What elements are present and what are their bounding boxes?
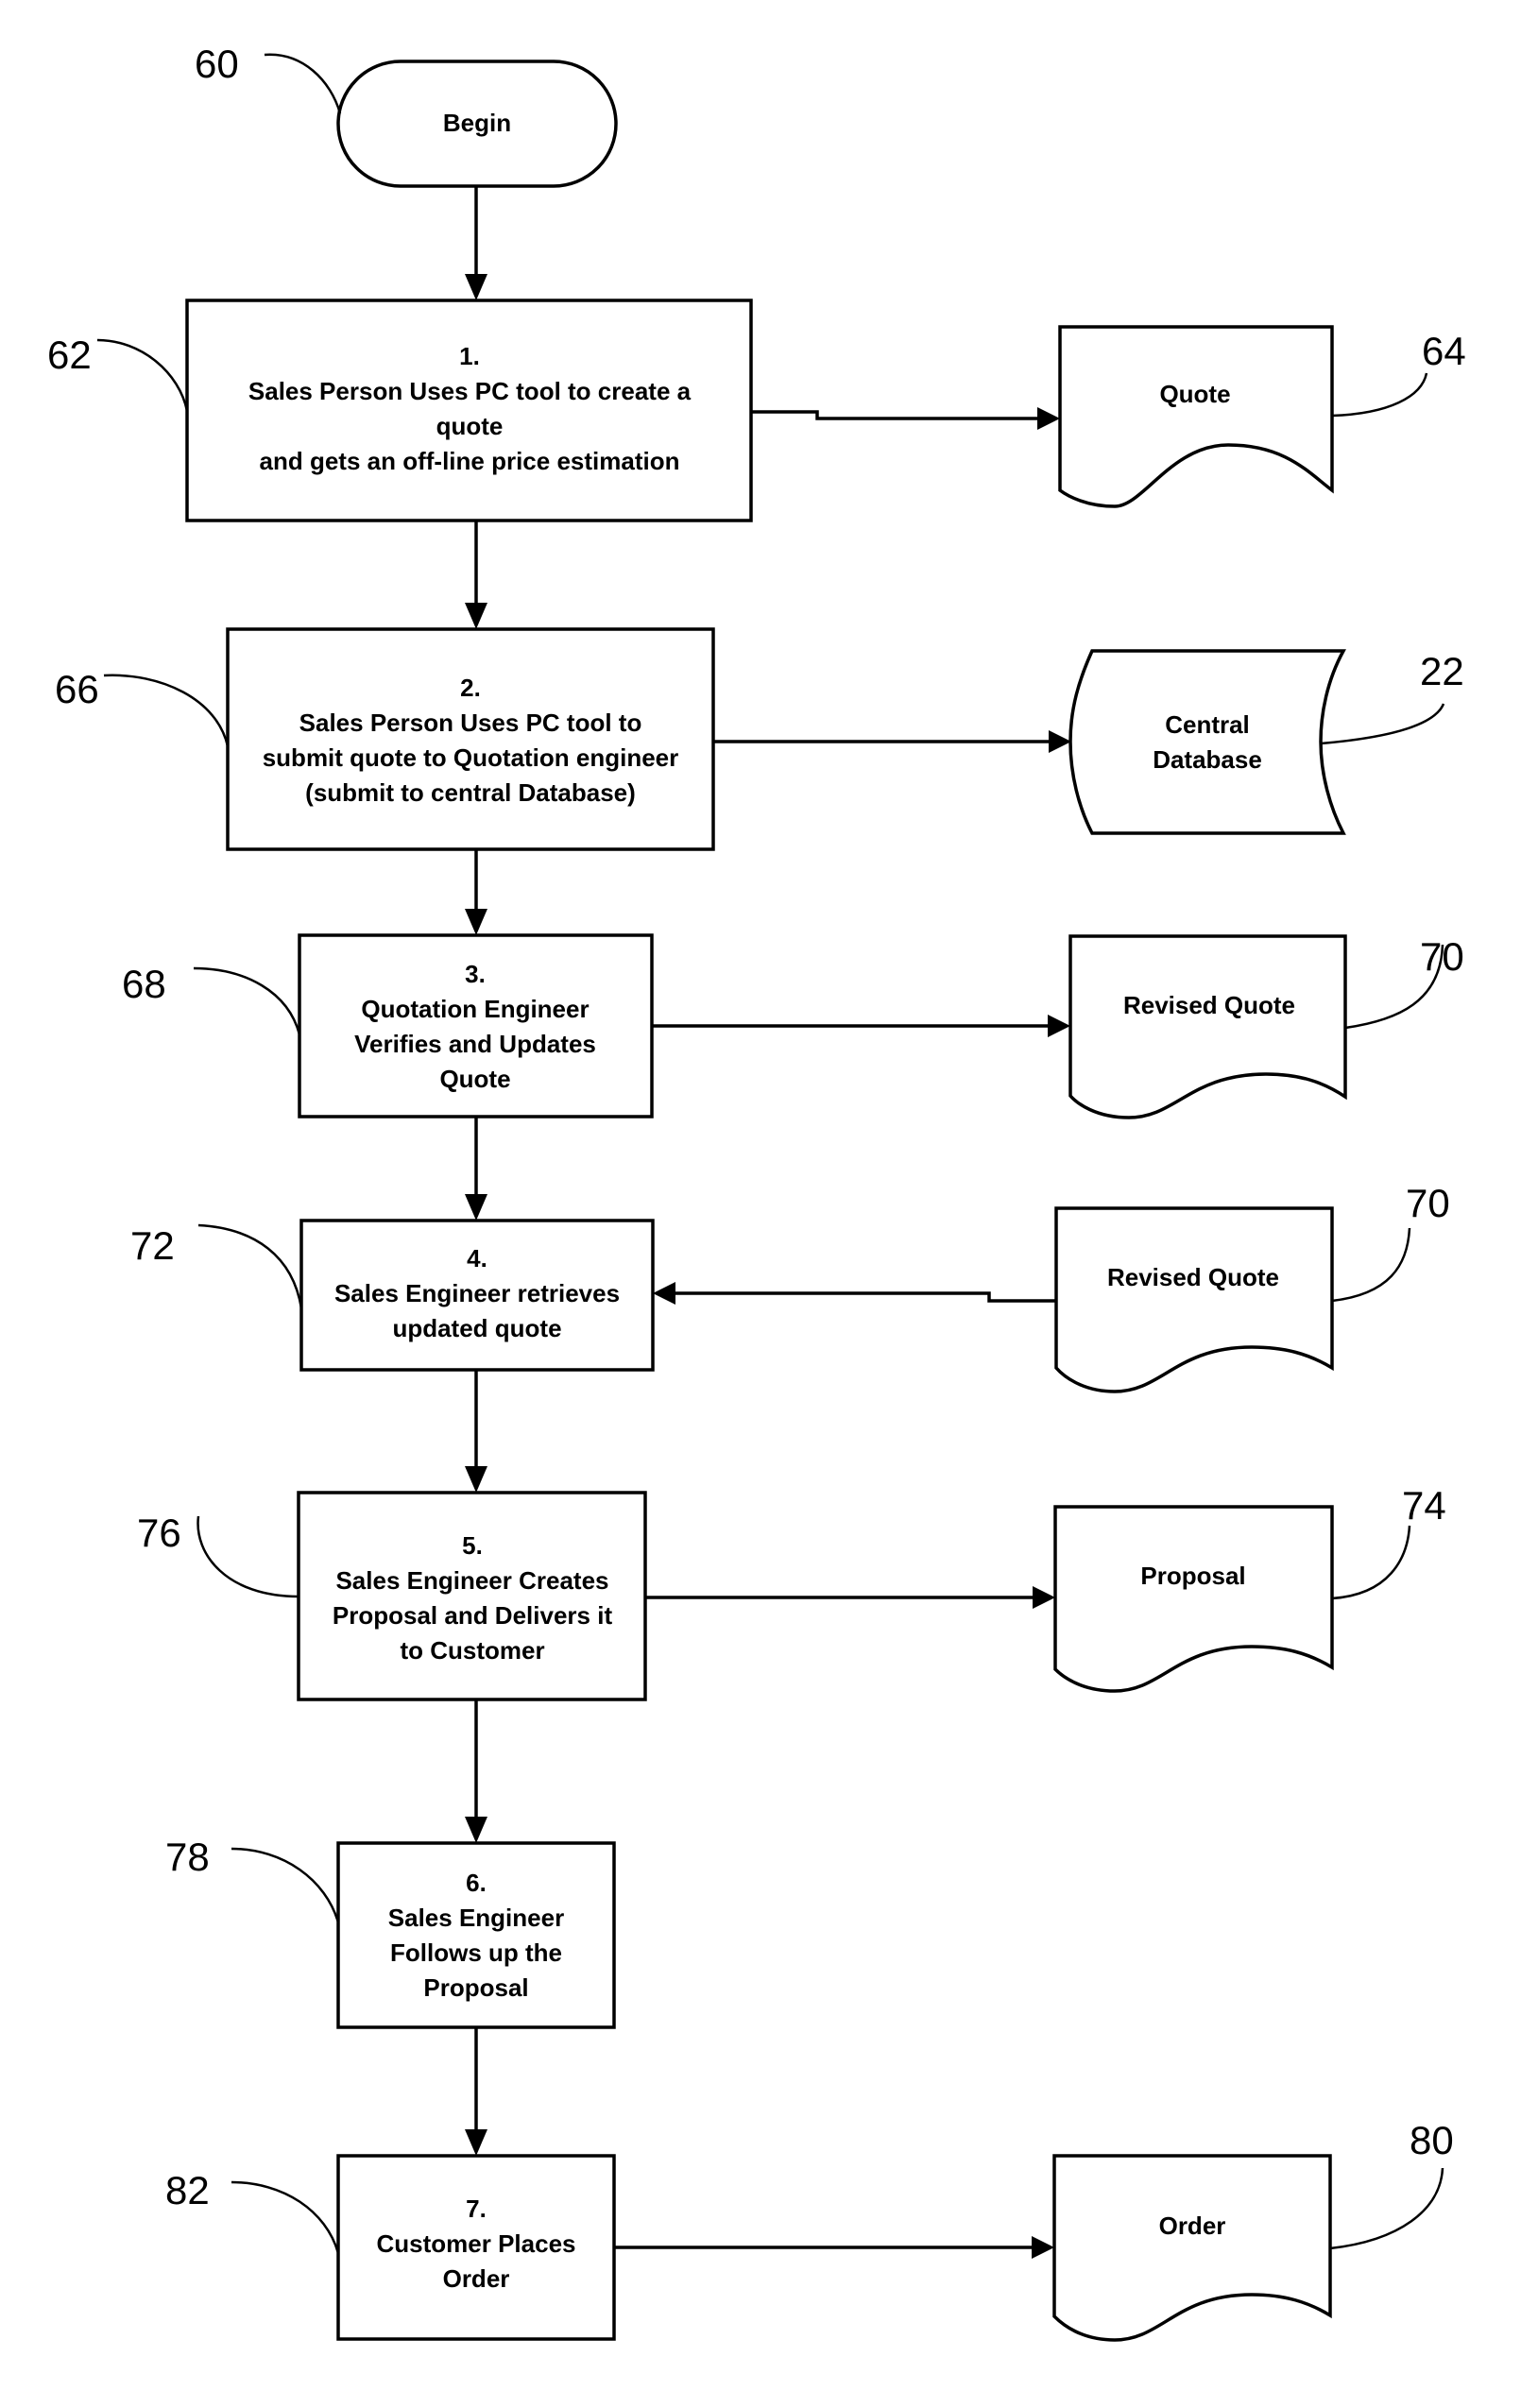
leader-line xyxy=(96,338,189,412)
step-number: 6. xyxy=(466,1869,487,1897)
step-6: 6. Sales Engineer Follows up the Proposa… xyxy=(336,1841,616,2029)
leader-line xyxy=(197,1223,303,1309)
arrowhead xyxy=(465,1817,487,1843)
step-5: 5. Sales Engineer Creates Proposal and D… xyxy=(297,1491,647,1701)
ref-numeral-step-4: 72 xyxy=(130,1223,175,1268)
leader-line xyxy=(1331,372,1428,418)
connector-revised-quote-to-step4 xyxy=(674,1291,1056,1303)
step-number: 2. xyxy=(460,674,481,702)
arrowhead xyxy=(465,909,487,935)
ref-numeral-revised-quote-2: 70 xyxy=(1406,1181,1450,1225)
step-text-line: Quote xyxy=(439,1065,510,1093)
arrowhead xyxy=(465,1194,487,1221)
step-text-line: Sales Engineer xyxy=(388,1904,564,1932)
step-text-line: Verifies and Updates xyxy=(354,1030,596,1058)
arrowhead xyxy=(1048,1015,1070,1037)
output-order: Order xyxy=(1052,2154,1332,2342)
ref-numeral-proposal: 74 xyxy=(1402,1483,1446,1528)
leader-line xyxy=(1329,2167,1444,2250)
step-text-line: Proposal xyxy=(423,1973,528,2002)
step-number: 5. xyxy=(462,1531,483,1560)
leader-line xyxy=(264,53,342,114)
step-7: 7. Customer Places Order xyxy=(336,2154,616,2341)
ref-numeral-order: 80 xyxy=(1410,2118,1454,2162)
stored-data-shape xyxy=(1068,649,1346,835)
ref-numeral-step-5: 76 xyxy=(137,1511,181,1555)
step-number: 3. xyxy=(465,960,486,988)
step-text-line: Order xyxy=(443,2264,510,2293)
ref-numeral-step-2: 66 xyxy=(55,667,99,711)
ref-numeral-step-7: 82 xyxy=(165,2168,210,2212)
step-text-line: Sales Person Uses PC tool to xyxy=(299,709,642,737)
step-text-line: Quotation Engineer xyxy=(361,995,589,1023)
step-number: 4. xyxy=(467,1244,487,1272)
leader-line xyxy=(231,1847,340,1923)
output-revised-quote-1: Revised Quote xyxy=(1068,934,1347,1119)
connector-step1-to-quote xyxy=(751,410,1039,420)
flowchart: Begin 1. Sales Person Uses PC tool to cr… xyxy=(47,42,1466,2342)
arrowhead xyxy=(1032,2236,1054,2259)
step-number: 7. xyxy=(466,2195,487,2223)
arrowhead xyxy=(653,1282,675,1305)
step-text-line: quote xyxy=(436,412,504,440)
output-label: Revised Quote xyxy=(1123,991,1295,1019)
leader-line xyxy=(197,1515,299,1598)
output-label: Proposal xyxy=(1140,1562,1245,1590)
output-revised-quote-2: Revised Quote xyxy=(1054,1206,1334,1393)
step-2: 2. Sales Person Uses PC tool to submit q… xyxy=(226,627,715,851)
step-4: 4. Sales Engineer retrieves updated quot… xyxy=(299,1219,655,1372)
process-box xyxy=(185,299,753,522)
step-text-line: Sales Engineer Creates xyxy=(335,1566,608,1595)
arrowhead xyxy=(465,274,487,300)
leader-line xyxy=(103,674,230,747)
output-label: Order xyxy=(1159,2212,1226,2240)
step-3: 3. Quotation Engineer Verifies and Updat… xyxy=(298,933,654,1119)
step-text-line: to Customer xyxy=(400,1636,544,1665)
step-text-line: updated quote xyxy=(392,1314,561,1342)
output-proposal: Proposal xyxy=(1053,1505,1334,1693)
step-text-line: Follows up the xyxy=(390,1938,562,1967)
document-shape xyxy=(1068,934,1347,1119)
step-text-line: Customer Places xyxy=(377,2229,576,2258)
ref-numeral-step-3: 68 xyxy=(122,962,166,1006)
ref-numeral-step-6: 78 xyxy=(165,1835,210,1879)
document-shape xyxy=(1058,325,1334,508)
leader-line xyxy=(1320,703,1445,745)
leader-line xyxy=(1331,1227,1411,1303)
step-text-line: Proposal and Delivers it xyxy=(333,1601,613,1630)
ref-numeral-begin: 60 xyxy=(195,42,239,86)
leader-line xyxy=(231,2180,340,2254)
begin-terminator: Begin xyxy=(336,60,618,188)
process-box xyxy=(297,1491,647,1701)
step-text-line: Sales Engineer retrieves xyxy=(334,1279,620,1307)
arrowhead xyxy=(465,1466,487,1493)
leader-line xyxy=(1331,1525,1411,1600)
arrowhead xyxy=(1033,1586,1055,1609)
ref-numeral-step-1: 62 xyxy=(47,333,92,377)
output-label-line: Database xyxy=(1153,745,1262,774)
output-label-line: Central xyxy=(1165,710,1250,739)
document-shape xyxy=(1053,1505,1334,1693)
ref-numeral-quote: 64 xyxy=(1422,329,1466,373)
output-label: Quote xyxy=(1159,380,1230,408)
process-box xyxy=(226,627,715,851)
output-quote: Quote xyxy=(1058,325,1334,508)
arrowhead xyxy=(465,2129,487,2156)
arrowhead xyxy=(1049,730,1071,753)
leader-line xyxy=(193,966,301,1035)
document-shape xyxy=(1052,2154,1332,2342)
output-label: Revised Quote xyxy=(1107,1263,1279,1291)
step-text-line: Sales Person Uses PC tool to create a xyxy=(248,377,692,405)
ref-numeral-database: 22 xyxy=(1420,649,1464,693)
step-text-line: (submit to central Database) xyxy=(305,778,636,807)
step-1: 1. Sales Person Uses PC tool to create a… xyxy=(185,299,753,522)
document-shape xyxy=(1054,1206,1334,1393)
step-text-line: and gets an off-line price estimation xyxy=(260,447,680,475)
arrowhead xyxy=(465,603,487,629)
begin-label: Begin xyxy=(443,109,511,137)
output-central-database: Central Database xyxy=(1068,649,1346,835)
arrowhead xyxy=(1037,407,1060,430)
step-number: 1. xyxy=(459,342,480,370)
step-text-line: submit quote to Quotation engineer xyxy=(263,743,679,772)
